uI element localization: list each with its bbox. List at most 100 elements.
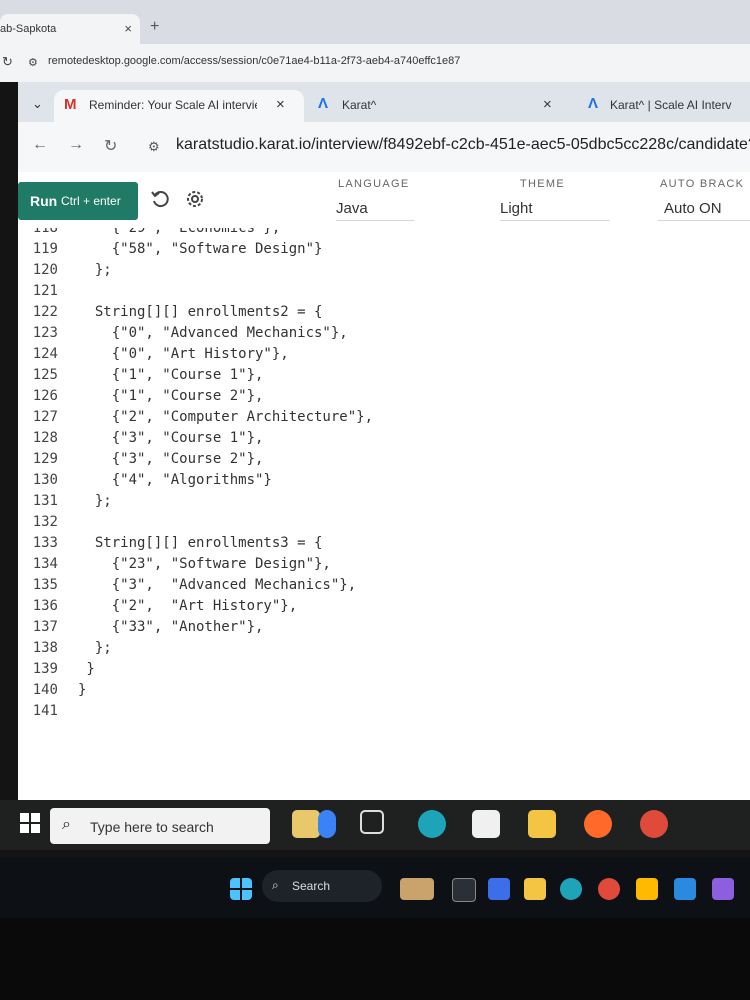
code-text: };	[78, 262, 112, 278]
line-number: 125	[32, 367, 58, 383]
gmail-icon: M	[64, 96, 77, 113]
line-number: 141	[32, 703, 58, 719]
line-number: 128	[32, 430, 58, 446]
close-icon[interactable]: ×	[124, 21, 132, 36]
new-tab-icon[interactable]: +	[150, 18, 159, 36]
back-icon[interactable]: ←	[32, 136, 48, 154]
line-number: 119	[32, 241, 58, 257]
code-text: {"1", "Course 2"},	[78, 388, 264, 404]
code-text: {"0", "Advanced Mechanics"},	[78, 325, 348, 341]
app-icon[interactable]	[636, 878, 658, 900]
karat-icon: Λ	[588, 95, 599, 112]
code-text: }	[78, 682, 87, 698]
chrome-icon[interactable]	[598, 878, 620, 900]
line-number: 126	[32, 388, 58, 404]
chrome-icon[interactable]	[640, 810, 668, 838]
auto-brackets-select[interactable]: Auto ON	[664, 200, 722, 217]
inner-address-bar: ← → ↻ ⚙ karatstudio.karat.io/interview/f…	[18, 122, 750, 172]
reload-icon[interactable]: ↻	[104, 136, 117, 156]
search-icon: ⌕	[272, 878, 279, 892]
visual-studio-icon[interactable]	[712, 878, 734, 900]
run-label: Run	[30, 193, 58, 209]
line-number: 139	[32, 661, 58, 677]
edge-icon[interactable]	[418, 810, 446, 838]
tab-label: Karat^ | Scale AI Interv	[610, 98, 732, 112]
task-view-icon[interactable]	[360, 810, 384, 834]
bag-icon[interactable]	[318, 810, 336, 838]
code-text: {"0", "Art History"},	[78, 346, 289, 362]
code-editor[interactable]: 118 {"29", "Economics"}, 119 {"58", "Sof…	[18, 228, 750, 850]
close-icon[interactable]: ×	[276, 96, 285, 113]
tab-label: Karat^	[342, 98, 377, 112]
code-text: {"58", "Software Design"}	[78, 241, 323, 257]
tab-karat[interactable]: Λ Karat^ ×	[308, 90, 568, 122]
code-text: {"4", "Algorithms"}	[78, 472, 272, 488]
outer-tab[interactable]: ab-Sapkota ×	[0, 14, 140, 44]
tab-gmail[interactable]: M Reminder: Your Scale AI intervie ×	[54, 90, 304, 122]
code-text: {"29", "Economics"},	[78, 228, 281, 236]
site-settings-icon[interactable]: ⚙	[28, 56, 38, 69]
karat-icon: Λ	[318, 95, 329, 112]
inner-url-text[interactable]: karatstudio.karat.io/interview/f8492ebf-…	[176, 136, 750, 154]
forward-icon[interactable]: →	[68, 136, 84, 154]
settings-icon[interactable]	[184, 188, 206, 210]
line-number: 127	[32, 409, 58, 425]
firefox-icon[interactable]	[584, 810, 612, 838]
reset-icon[interactable]	[150, 188, 172, 210]
code-text: {"3", "Advanced Mechanics"},	[78, 577, 357, 593]
search-placeholder: Type here to search	[90, 819, 214, 835]
editor-toolbar: Run Ctrl + enter LANGUAGE Java THEME Lig…	[18, 172, 750, 229]
notepad-icon[interactable]	[292, 810, 320, 838]
line-number: 134	[32, 556, 58, 572]
run-button[interactable]: Run Ctrl + enter	[18, 182, 138, 220]
code-text: };	[78, 640, 112, 656]
outer-url-text[interactable]: remotedesktop.google.com/access/session/…	[48, 55, 460, 67]
code-text: {"2", "Art History"},	[78, 598, 298, 614]
line-number: 138	[32, 640, 58, 656]
remote-screen: ⌄ M Reminder: Your Scale AI intervie × Λ…	[18, 82, 750, 850]
file-explorer-icon[interactable]	[528, 810, 556, 838]
task-view-icon[interactable]	[452, 878, 476, 902]
windows-start-icon[interactable]	[20, 813, 40, 833]
site-settings-icon[interactable]: ⚙	[148, 139, 160, 155]
theme-select[interactable]: Light	[500, 200, 533, 217]
code-text: };	[78, 493, 112, 509]
line-number: 137	[32, 619, 58, 635]
widget-icon[interactable]	[400, 878, 434, 900]
theme-header: THEME	[520, 178, 565, 190]
search-icon: ⌕	[62, 816, 71, 833]
line-number: 133	[32, 535, 58, 551]
code-text: String[][] enrollments2 = {	[78, 304, 323, 320]
line-number: 118	[32, 228, 58, 236]
inner-tab-bar: ⌄ M Reminder: Your Scale AI intervie × Λ…	[18, 82, 750, 122]
line-number: 120	[32, 262, 58, 278]
windows-start-icon[interactable]	[230, 878, 252, 900]
code-text: {"23", "Software Design"},	[78, 556, 331, 572]
monitor-bezel	[0, 918, 750, 1000]
remote-windows-taskbar: ⌕ Type here to search	[0, 800, 750, 850]
language-select[interactable]: Java	[336, 200, 368, 217]
tab-karat-scale[interactable]: Λ Karat^ | Scale AI Interv	[584, 90, 750, 122]
line-number: 129	[32, 451, 58, 467]
code-text: {"3", "Course 2"},	[78, 451, 264, 467]
line-number: 132	[32, 514, 58, 530]
store-icon[interactable]	[472, 810, 500, 838]
local-search-box[interactable]: ⌕ Search	[262, 870, 382, 902]
outer-address-bar: ↻ ⚙ remotedesktop.google.com/access/sess…	[0, 44, 750, 82]
remote-search-box[interactable]: ⌕ Type here to search	[50, 808, 270, 844]
code-text: {"1", "Course 1"},	[78, 367, 264, 383]
code-text: }	[78, 661, 95, 677]
line-number: 130	[32, 472, 58, 488]
vscode-icon[interactable]	[674, 878, 696, 900]
close-icon[interactable]: ×	[543, 96, 552, 113]
line-number: 122	[32, 304, 58, 320]
edge-icon[interactable]	[560, 878, 582, 900]
line-number: 136	[32, 598, 58, 614]
outer-tab-label: ab-Sapkota	[0, 23, 57, 35]
reload-icon[interactable]: ↻	[2, 54, 13, 70]
video-icon[interactable]	[488, 878, 510, 900]
file-explorer-icon[interactable]	[524, 878, 546, 900]
search-label: Search	[292, 879, 331, 893]
code-text: {"3", "Course 1"},	[78, 430, 264, 446]
line-number: 124	[32, 346, 58, 362]
